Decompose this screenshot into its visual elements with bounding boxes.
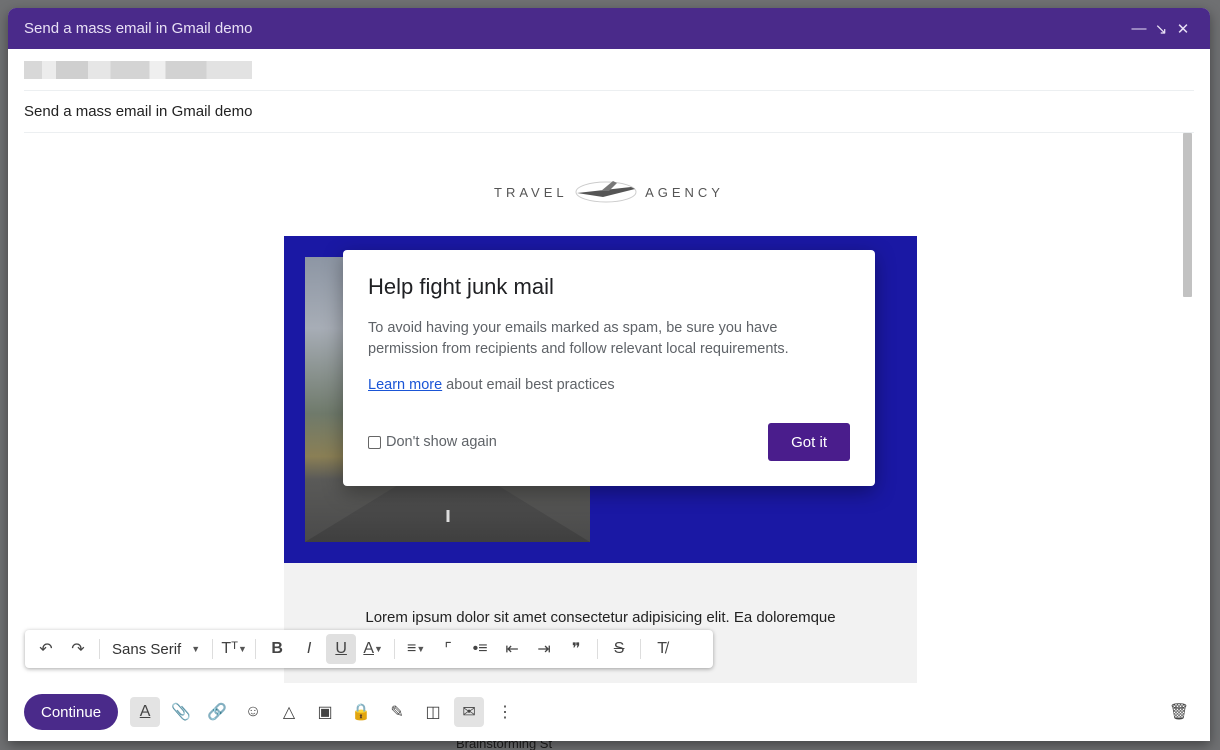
close-icon[interactable]: ✕: [1172, 18, 1194, 40]
compose-title: Send a mass email in Gmail demo: [24, 20, 253, 37]
checkbox-icon[interactable]: [368, 435, 381, 449]
recipients-row[interactable]: [24, 49, 1194, 91]
font-select[interactable]: Sans Serif ▼: [106, 634, 206, 664]
align-icon[interactable]: ≡ ▼: [401, 634, 431, 664]
learn-more-text: Learn more about email best practices: [368, 377, 615, 393]
dialog-footer: Don't show again Got it: [368, 423, 850, 461]
minimize-icon[interactable]: —: [1128, 18, 1150, 40]
attach-icon[interactable]: 📎: [166, 697, 196, 727]
dialog-description: To avoid having your emails marked as sp…: [368, 320, 789, 357]
bold-icon[interactable]: B: [262, 634, 292, 664]
continue-button[interactable]: Continue: [24, 694, 119, 730]
strikethrough-icon[interactable]: S: [604, 634, 634, 664]
quote-icon[interactable]: ❞: [561, 634, 591, 664]
bulleted-list-icon[interactable]: •≡: [465, 634, 495, 664]
more-options-icon[interactable]: ⋮: [490, 697, 520, 727]
compose-header: Send a mass email in Gmail demo — ↘ ✕: [8, 8, 1210, 49]
redacted-recipients: [24, 60, 252, 79]
drive-icon[interactable]: △: [274, 697, 304, 727]
underline-icon[interactable]: U: [326, 634, 357, 664]
dont-show-again-checkbox[interactable]: Don't show again: [368, 434, 497, 450]
exit-fullscreen-icon[interactable]: ↘: [1150, 18, 1172, 40]
logo-left-text: TRAVEL: [494, 184, 568, 200]
trash-icon[interactable]: 🗑: [1164, 697, 1194, 727]
subject-row[interactable]: Send a mass email in Gmail demo: [24, 91, 1194, 133]
learn-more-link[interactable]: Learn more: [368, 377, 442, 393]
dialog-title: Help fight junk mail: [368, 274, 554, 299]
signature-icon[interactable]: ✎: [382, 697, 412, 727]
italic-icon[interactable]: I: [294, 634, 324, 664]
link-icon[interactable]: 🔗: [202, 697, 232, 727]
confidential-mode-icon[interactable]: 🔒: [346, 697, 376, 727]
redo-icon[interactable]: ↷: [63, 634, 93, 664]
logo-right-text: AGENCY: [645, 184, 724, 200]
indent-less-icon[interactable]: ⇤: [497, 634, 527, 664]
compose-bottom-bar: Continue A 📎 🔗 ☺ △ ▣ 🔒 ✎ ◫ ✉ ⋮ 🗑: [8, 683, 1210, 741]
remove-formatting-icon[interactable]: T̸: [647, 634, 677, 664]
airplane-icon: [573, 179, 639, 205]
text-color-icon[interactable]: A ▼: [358, 634, 388, 664]
emoji-icon[interactable]: ☺: [238, 697, 268, 727]
scrollbar[interactable]: [1183, 133, 1192, 297]
numbered-list-icon[interactable]: ⌜: [433, 634, 463, 664]
mail-merge-icon[interactable]: ✉: [454, 697, 485, 727]
travel-agency-logo: TRAVEL AGENCY: [494, 177, 724, 207]
junk-mail-dialog: Help fight junk mail To avoid having you…: [343, 250, 875, 486]
indent-more-icon[interactable]: ⇥: [529, 634, 559, 664]
photo-icon[interactable]: ▣: [310, 697, 340, 727]
formatting-options-icon[interactable]: A: [130, 697, 161, 727]
text-size-icon[interactable]: Tᵀ ▼: [219, 634, 249, 664]
formatting-toolbar: ↶ ↷ Sans Serif ▼ Tᵀ ▼ B I U A ▼ ≡ ▼ ⌜ •≡ ⇤ ⇥…: [25, 630, 713, 668]
chevron-down-icon: ▼: [191, 644, 201, 654]
layouts-icon[interactable]: ◫: [418, 697, 448, 727]
undo-icon[interactable]: ↶: [31, 634, 61, 664]
got-it-button[interactable]: Got it: [768, 423, 850, 461]
subject-text: Send a mass email in Gmail demo: [24, 103, 253, 120]
